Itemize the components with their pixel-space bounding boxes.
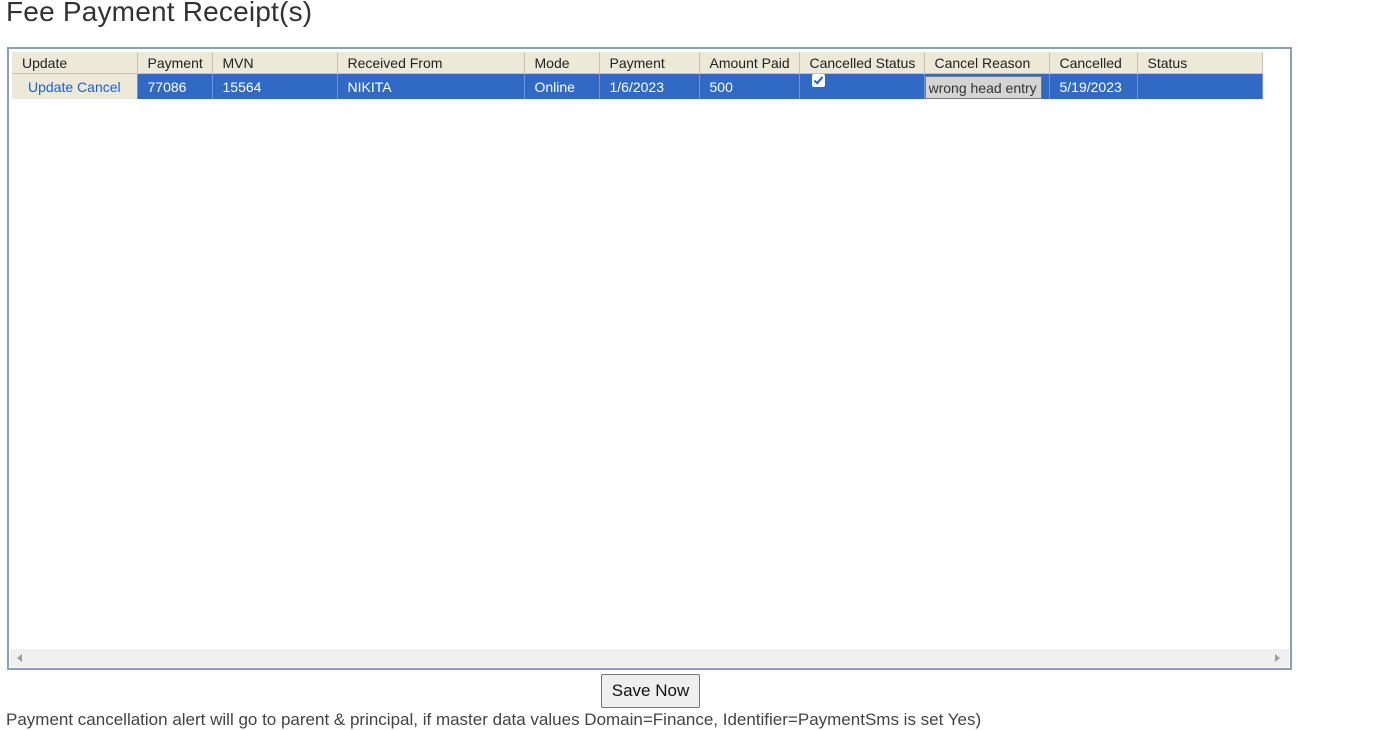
cancel-link[interactable]: Cancel xyxy=(77,79,121,95)
cell-status xyxy=(1137,73,1263,99)
column-header-cancelled: Cancelled xyxy=(1049,52,1138,74)
column-header-update: Update xyxy=(12,52,138,74)
column-header-mode: Mode xyxy=(524,52,600,74)
header-row: Update Payment MVN Received From Mode Pa… xyxy=(12,52,1263,74)
column-header-payment: Payment xyxy=(137,52,213,74)
column-header-received-from: Received From xyxy=(337,52,525,74)
page-title: Fee Payment Receipt(s) xyxy=(6,0,313,27)
scroll-left-icon[interactable] xyxy=(17,654,22,662)
cell-cancelled-status xyxy=(799,73,925,99)
update-link[interactable]: Update xyxy=(28,79,73,95)
cell-amount-paid: 500 xyxy=(699,73,800,99)
cell-payment-date: 1/6/2023 xyxy=(599,73,700,99)
save-now-button[interactable]: Save Now xyxy=(601,674,700,708)
cell-received-from: NIKITA xyxy=(337,73,525,99)
column-header-mvn: MVN xyxy=(212,52,338,74)
column-header-payment-date: Payment xyxy=(599,52,700,74)
cancelled-status-checkbox[interactable] xyxy=(811,73,825,87)
horizontal-scrollbar[interactable] xyxy=(10,649,1289,667)
cancel-reason-input[interactable] xyxy=(924,76,1042,99)
check-icon xyxy=(813,75,823,85)
receipts-table: Update Payment MVN Received From Mode Pa… xyxy=(12,52,1263,99)
cell-mode: Online xyxy=(524,73,600,99)
table-row[interactable]: Update Cancel 77086 15564 NIKITA Online … xyxy=(12,73,1263,99)
cell-cancelled-date: 5/19/2023 xyxy=(1049,73,1138,99)
scroll-right-icon[interactable] xyxy=(1275,654,1280,662)
cell-cancel-reason xyxy=(924,73,1050,99)
command-cell: Update Cancel xyxy=(12,73,138,99)
cell-payment-no: 77086 xyxy=(137,73,213,99)
column-header-cancelled-status: Cancelled Status xyxy=(799,52,925,74)
receipts-grid: Update Payment MVN Received From Mode Pa… xyxy=(7,47,1292,670)
column-header-amount-paid: Amount Paid xyxy=(699,52,800,74)
cell-mvn: 15564 xyxy=(212,73,338,99)
cancellation-alert-note: Payment cancellation alert will go to pa… xyxy=(6,710,982,729)
column-header-status: Status xyxy=(1137,52,1263,74)
column-header-cancel-reason: Cancel Reason xyxy=(924,52,1050,74)
